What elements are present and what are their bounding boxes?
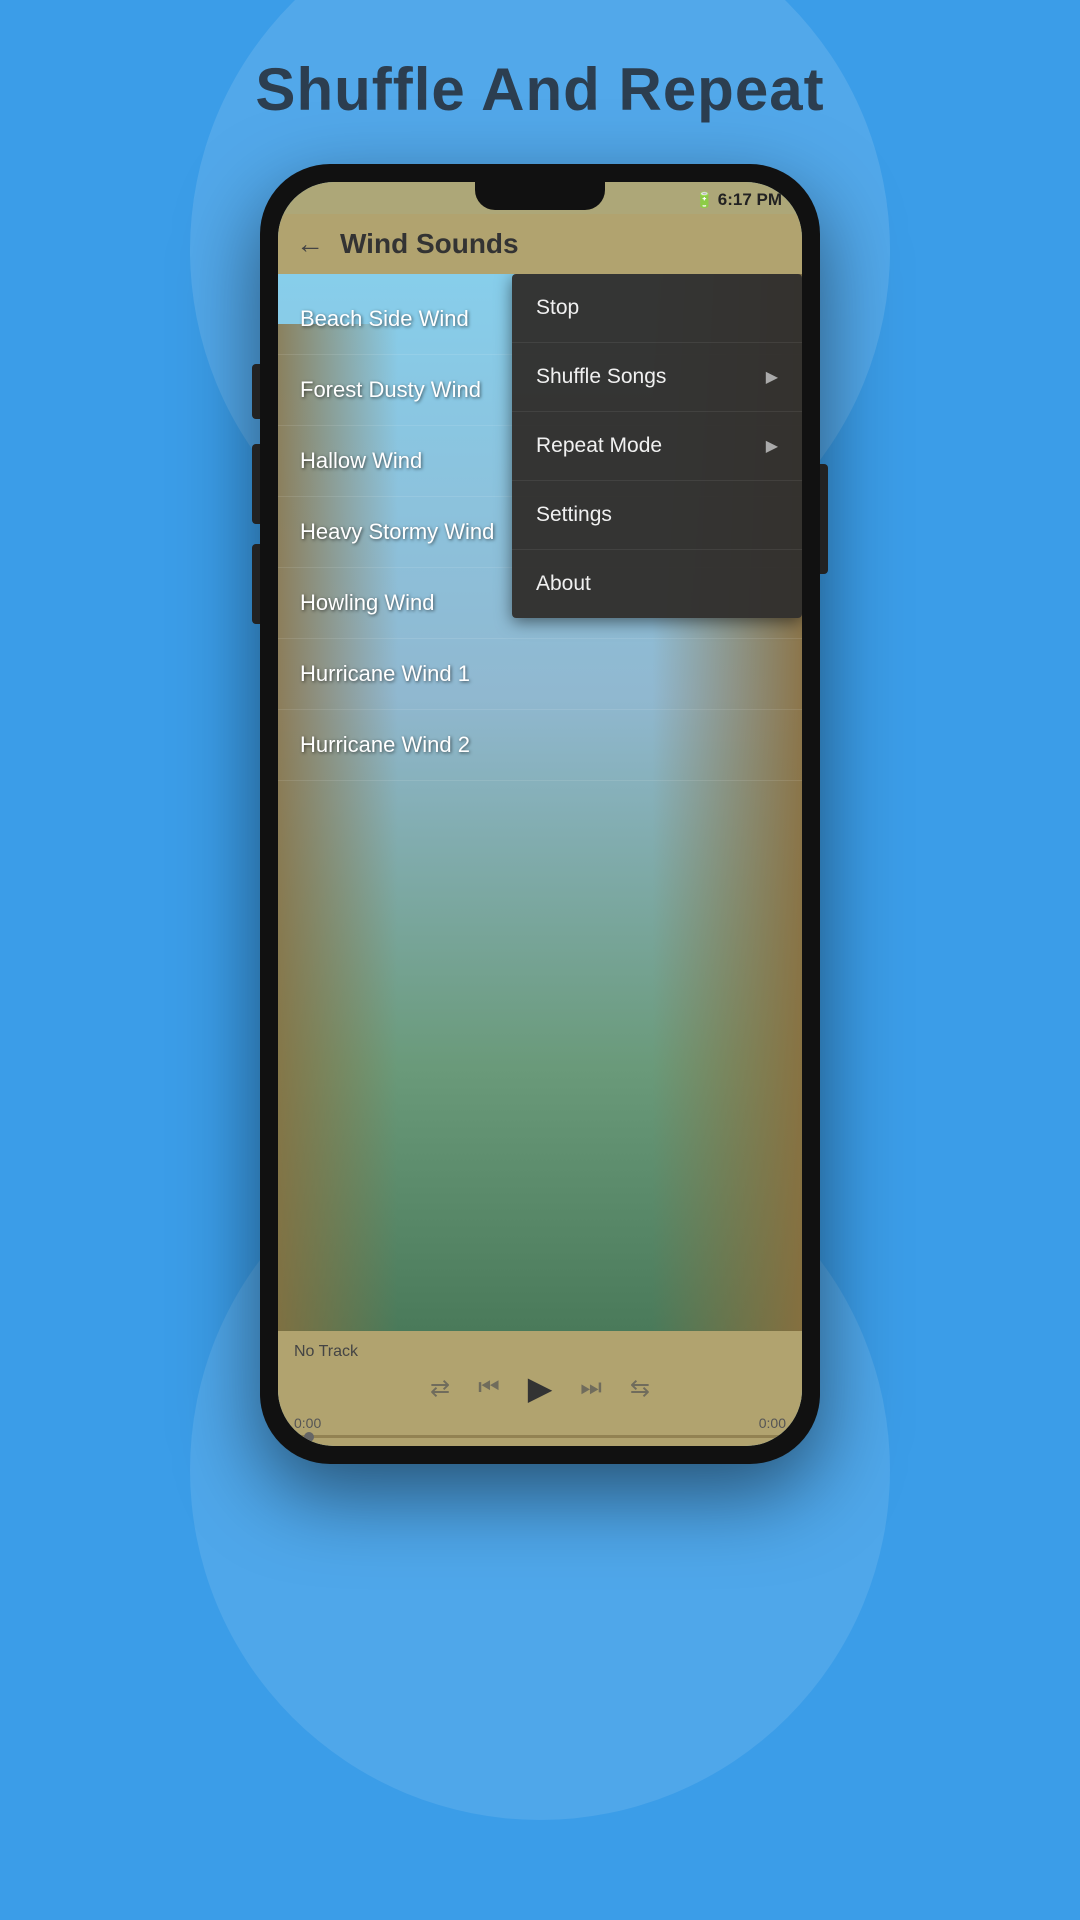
notch [475,182,605,210]
app-top-bar: ← Wind Sounds [278,214,802,274]
page-title: Shuffle And Repeat [255,55,824,124]
status-bar: 🔋 6:17 PM [278,182,802,214]
battery-icon: 🔋 [695,191,714,209]
mute-button[interactable] [252,544,260,624]
progress-bar[interactable] [294,1435,786,1438]
menu-item-about[interactable]: About [512,550,802,618]
song-item-hurricane-wind-1[interactable]: Hurricane Wind 1 [278,639,802,710]
chevron-right-icon: ▶ [766,367,778,387]
back-button[interactable]: ← [296,228,324,260]
volume-up-button[interactable] [252,364,260,419]
dropdown-menu: Stop Shuffle Songs ▶ Repeat Mode ▶ Setti… [512,274,802,618]
phone-frame: 🔋 6:17 PM ← Wind Sounds Beach Side Wind … [260,164,820,1464]
menu-about-label: About [536,572,591,596]
song-item-hurricane-wind-2[interactable]: Hurricane Wind 2 [278,710,802,781]
play-button[interactable]: ▶ [528,1369,553,1407]
progress-dot [304,1432,314,1442]
chevron-right-icon: ▶ [766,436,778,456]
previous-button[interactable]: ⏮ [478,1374,500,1402]
time-end: 0:00 [759,1415,786,1431]
menu-shuffle-label: Shuffle Songs [536,365,666,389]
shuffle-button[interactable]: ⇄ [430,1374,450,1403]
menu-settings-label: Settings [536,503,612,527]
next-button[interactable]: ⏭ [580,1374,602,1402]
menu-repeat-label: Repeat Mode [536,434,662,458]
status-time: 6:17 PM [718,190,782,210]
menu-item-shuffle-songs[interactable]: Shuffle Songs ▶ [512,343,802,412]
time-start: 0:00 [294,1415,321,1431]
menu-stop-label: Stop [536,296,579,320]
no-track-label: No Track [294,1343,786,1361]
power-button[interactable] [820,464,828,574]
screen-title: Wind Sounds [340,228,519,260]
phone-screen: 🔋 6:17 PM ← Wind Sounds Beach Side Wind … [278,182,802,1446]
content-area: Beach Side Wind Forest Dusty Wind Hallow… [278,274,802,1331]
player-times: 0:00 0:00 [294,1415,786,1431]
player-bar: No Track ⇄ ⏮ ▶ ⏭ ⇆ 0:00 0:00 [278,1331,802,1446]
volume-down-button[interactable] [252,444,260,524]
repeat-button[interactable]: ⇆ [630,1374,650,1403]
menu-item-repeat-mode[interactable]: Repeat Mode ▶ [512,412,802,481]
menu-item-settings[interactable]: Settings [512,481,802,550]
player-controls: ⇄ ⏮ ▶ ⏭ ⇆ [294,1369,786,1407]
menu-item-stop[interactable]: Stop [512,274,802,343]
